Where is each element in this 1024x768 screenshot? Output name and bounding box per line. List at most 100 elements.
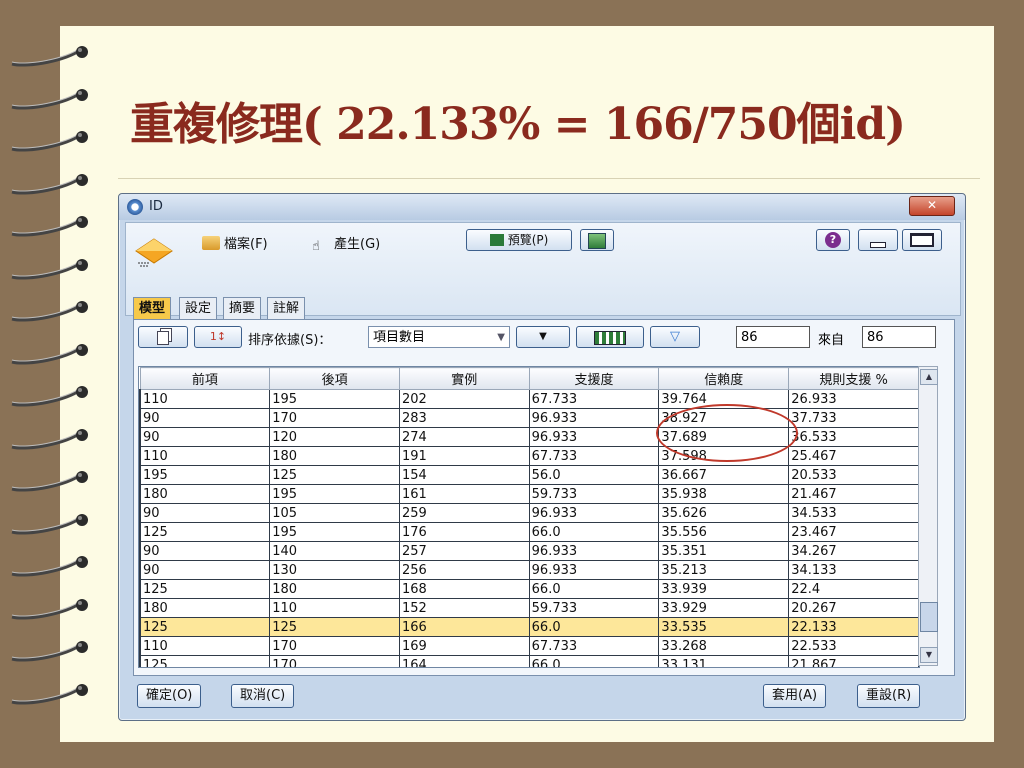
- sort-icon: 1↕: [209, 330, 227, 343]
- sort-label: 排序依據(S)：: [248, 333, 332, 348]
- table-cell: 37.689: [658, 427, 790, 447]
- column-header[interactable]: 後項: [269, 367, 400, 390]
- table-cell: 67.733: [528, 636, 660, 656]
- table-cell: 191: [398, 446, 530, 466]
- table-cell: 257: [398, 541, 530, 561]
- table-row[interactable]: 90 170 283 96.933 38.927 37.733: [139, 408, 919, 428]
- ok-button[interactable]: 確定(O): [137, 684, 202, 708]
- preview-button[interactable]: 預覽(P): [466, 229, 572, 251]
- window-title: ID: [149, 199, 163, 214]
- table-cell: 90: [139, 541, 271, 561]
- rule-toolbar: 1↕ 排序依據(S)： 項目數目 ▼ ▼ ▽ 86 來自 86: [134, 324, 954, 350]
- table-row[interactable]: 90 130 256 96.933 35.213 34.133: [139, 560, 919, 580]
- table-row[interactable]: 125 195 176 66.0 35.556 23.467: [139, 522, 919, 542]
- maximize-icon: [910, 233, 934, 247]
- table-cell: 33.268: [658, 636, 790, 656]
- total-count-field[interactable]: 86: [862, 326, 936, 348]
- generate-menu-label: 產生(G): [334, 237, 381, 252]
- window-titlebar[interactable]: ID ✕: [119, 194, 965, 220]
- column-header[interactable]: 前項: [139, 367, 271, 390]
- table-row[interactable]: 180 195 161 59.733 35.938 21.467: [139, 484, 919, 504]
- funnel-icon: ▽: [670, 329, 680, 344]
- table-row[interactable]: 90 120 274 96.933 37.689 36.533: [139, 427, 919, 447]
- spiral-ring-icon: [11, 131, 88, 152]
- table-row[interactable]: 195 125 154 56.0 36.667 20.533: [139, 465, 919, 485]
- table-cell: 195: [269, 522, 400, 542]
- model-panel: 1↕ 排序依據(S)： 項目數目 ▼ ▼ ▽ 86 來自 86 前項 後項 實例…: [133, 319, 955, 676]
- spiral-ring-icon: [11, 641, 88, 662]
- column-header[interactable]: 信賴度: [658, 367, 790, 390]
- copy-button[interactable]: [138, 326, 188, 348]
- spiral-ring-icon: [11, 513, 88, 534]
- help-button[interactable]: ?: [816, 229, 850, 251]
- app-icon: [127, 199, 143, 215]
- table-row[interactable]: 125 180 168 66.0 33.939 22.4: [139, 579, 919, 599]
- spiral-ring-icon: [11, 301, 88, 322]
- table-cell: 33.535: [658, 617, 790, 637]
- tab-model[interactable]: 模型: [133, 297, 172, 320]
- table-row[interactable]: 125 125 166 66.0 33.535 22.133: [139, 617, 919, 637]
- table-row[interactable]: 110 180 191 67.733 37.598 25.467: [139, 446, 919, 466]
- table-cell: 202: [398, 389, 530, 409]
- spiral-ring-icon: [11, 386, 88, 407]
- filter-button[interactable]: ▽: [650, 326, 700, 348]
- table-cell: 22.133: [788, 617, 919, 637]
- tab-settings[interactable]: 設定: [179, 297, 218, 320]
- scroll-up-icon[interactable]: ▲: [920, 369, 938, 385]
- table-cell: 125: [269, 617, 400, 637]
- generate-menu[interactable]: ☝ 產生(G): [312, 233, 381, 254]
- table-row[interactable]: 90 140 257 96.933 35.351 34.267: [139, 541, 919, 561]
- scroll-thumb[interactable]: [920, 602, 938, 632]
- table-cell: 36.533: [788, 427, 919, 447]
- table-cell: 180: [269, 446, 400, 466]
- table-cell: 35.213: [658, 560, 790, 580]
- table-cell: 67.733: [528, 446, 660, 466]
- reset-button[interactable]: 重設(R): [857, 684, 921, 708]
- sort-select[interactable]: 項目數目 ▼: [368, 326, 510, 348]
- column-header[interactable]: 支援度: [528, 367, 660, 390]
- apply-button[interactable]: 套用(A): [763, 684, 827, 708]
- scroll-down-icon[interactable]: ▼: [920, 647, 938, 663]
- table-cell: 33.939: [658, 579, 790, 599]
- rules-table[interactable]: 前項 後項 實例 支援度 信賴度 規則支援 % 110 195 202 67.733 39.764…: [138, 366, 920, 668]
- export-icon: [588, 233, 606, 249]
- table-cell: 170: [269, 408, 400, 428]
- table-cell: 125: [139, 579, 271, 599]
- table-row[interactable]: 110 170 169 67.733 33.268 22.533: [139, 636, 919, 656]
- table-cell: 66.0: [528, 617, 660, 637]
- table-row[interactable]: 125 170 164 66.0 33.131 21.867: [139, 655, 919, 667]
- table-cell: 195: [139, 465, 271, 485]
- table-cell: 66.0: [528, 579, 660, 599]
- sort-direction-button[interactable]: ▼: [516, 326, 570, 348]
- shown-count-field[interactable]: 86: [736, 326, 810, 348]
- file-menu[interactable]: 檔案(F): [202, 233, 268, 252]
- column-header[interactable]: 規則支援 %: [788, 367, 919, 390]
- close-button[interactable]: ✕: [909, 196, 955, 216]
- table-cell: 96.933: [528, 541, 660, 561]
- table-cell: 34.533: [788, 503, 919, 523]
- minimize-button[interactable]: [858, 229, 898, 251]
- table-row[interactable]: 90 105 259 96.933 35.626 34.533: [139, 503, 919, 523]
- table-row[interactable]: 180 110 152 59.733 33.929 20.267: [139, 598, 919, 618]
- vertical-scrollbar[interactable]: ▲ ▼: [918, 366, 938, 666]
- tab-annotation[interactable]: 註解: [267, 297, 306, 320]
- table-cell: 180: [269, 579, 400, 599]
- minimize-icon: [870, 242, 886, 248]
- hand-pointer-icon: ☝: [312, 239, 320, 254]
- table-cell: 23.467: [788, 522, 919, 542]
- spiral-ring-icon: [11, 598, 88, 619]
- display-mode-button[interactable]: [576, 326, 644, 348]
- table-cell: 152: [398, 598, 530, 618]
- maximize-button[interactable]: [902, 229, 942, 251]
- sort-order-button[interactable]: 1↕: [194, 326, 242, 348]
- preview-icon: [489, 234, 504, 246]
- table-cell: 259: [398, 503, 530, 523]
- cancel-button[interactable]: 取消(C): [231, 684, 295, 708]
- table-row[interactable]: 110 195 202 67.733 39.764 26.933: [139, 389, 919, 409]
- table-cell: 34.133: [788, 560, 919, 580]
- table-cell: 110: [139, 636, 271, 656]
- export-button[interactable]: [580, 229, 614, 251]
- column-header[interactable]: 實例: [398, 367, 530, 390]
- tab-summary[interactable]: 摘要: [223, 297, 262, 320]
- from-label: 來自: [818, 333, 845, 348]
